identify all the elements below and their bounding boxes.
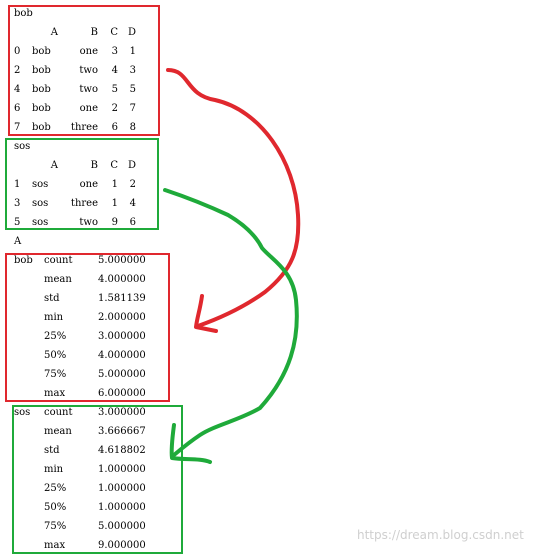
green-arrow-curve [163,188,299,457]
annotation-arrows [163,68,301,464]
red-arrowhead [194,294,218,333]
watermark: https://dream.blog.csdn.net [357,528,524,542]
